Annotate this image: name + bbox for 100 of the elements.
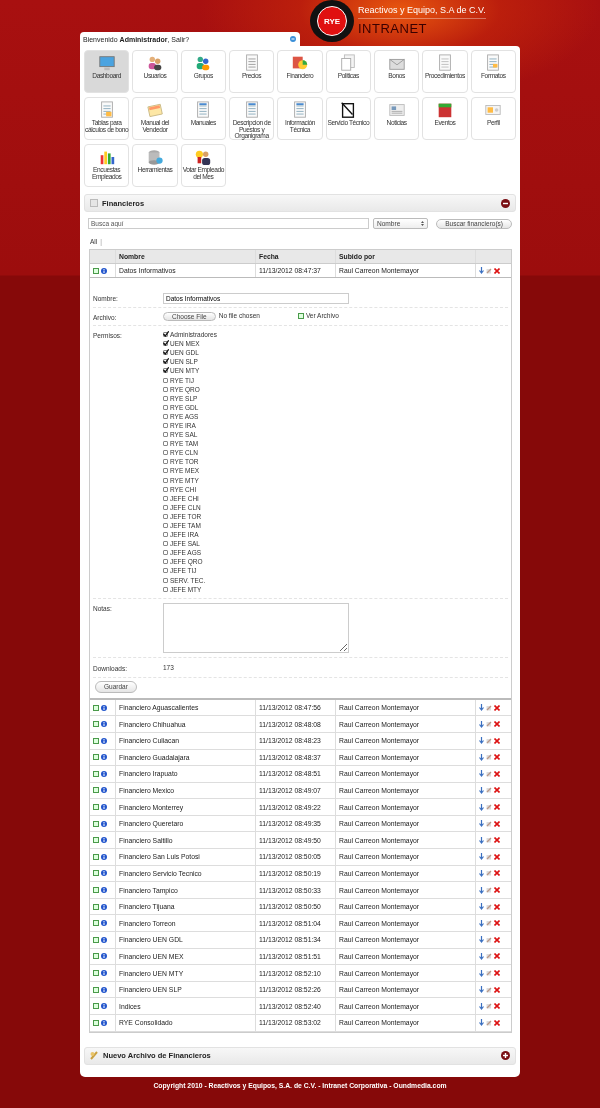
delete-icon[interactable] [494,853,500,860]
delete-icon[interactable] [494,970,500,976]
spreadsheet-icon[interactable] [93,986,99,993]
download-icon[interactable] [479,267,484,274]
expand-icon[interactable] [501,1051,510,1061]
delete-icon[interactable] [494,704,500,711]
download-icon[interactable] [479,820,484,828]
checkbox[interactable] [163,368,168,374]
spreadsheet-icon[interactable] [93,737,99,744]
info-icon[interactable] [101,770,107,777]
checkbox[interactable] [163,577,168,583]
checkbox[interactable] [163,459,168,465]
info-icon[interactable] [101,1019,107,1026]
delete-icon[interactable] [494,721,500,728]
checkbox[interactable] [163,477,168,483]
spreadsheet-icon[interactable] [93,953,99,960]
spreadsheet-icon[interactable] [93,1019,99,1026]
checkbox[interactable] [163,495,168,501]
chat-icon[interactable] [290,36,296,42]
delete-icon[interactable] [494,787,500,794]
info-icon[interactable] [101,853,107,860]
edit-icon[interactable] [486,953,492,960]
spreadsheet-icon[interactable] [93,267,99,274]
delete-icon[interactable] [494,870,500,877]
delete-icon[interactable] [494,737,500,744]
delete-icon[interactable] [494,920,500,927]
checkbox[interactable] [163,550,168,556]
info-icon[interactable] [101,837,107,844]
spreadsheet-icon[interactable] [93,903,99,910]
edit-icon[interactable] [486,887,492,894]
checkbox[interactable] [163,450,168,456]
info-icon[interactable] [101,870,107,877]
edit-icon[interactable] [486,986,492,993]
checkbox[interactable] [163,559,168,565]
edit-icon[interactable] [486,920,492,927]
download-icon[interactable] [479,869,484,877]
download-icon[interactable] [479,952,484,960]
download-icon[interactable] [479,986,484,994]
delete-icon[interactable] [494,820,500,827]
info-icon[interactable] [101,804,107,811]
info-icon[interactable] [101,820,107,827]
info-icon[interactable] [101,787,107,794]
edit-icon[interactable] [486,903,492,910]
edit-icon[interactable] [486,704,492,711]
edit-icon[interactable] [486,853,492,860]
spreadsheet-icon[interactable] [93,837,99,844]
download-icon[interactable] [479,903,484,911]
checkbox[interactable] [163,468,168,474]
checkbox[interactable] [163,359,168,365]
info-icon[interactable] [101,1003,107,1010]
delete-icon[interactable] [494,887,500,894]
download-icon[interactable] [479,753,484,761]
download-icon[interactable] [479,969,484,977]
edit-icon[interactable] [486,267,492,274]
checkbox[interactable] [163,504,168,510]
edit-icon[interactable] [486,936,492,943]
edit-icon[interactable] [486,754,492,761]
delete-icon[interactable] [494,1003,500,1010]
collapse-icon[interactable] [501,198,510,208]
info-icon[interactable] [101,936,107,943]
delete-icon[interactable] [494,986,500,993]
info-icon[interactable] [101,903,107,910]
delete-icon[interactable] [494,267,500,274]
download-icon[interactable] [479,737,484,745]
download-icon[interactable] [479,836,484,844]
spreadsheet-icon[interactable] [93,820,99,827]
delete-icon[interactable] [494,903,500,910]
checkbox[interactable] [163,377,168,383]
checkbox[interactable] [163,432,168,438]
edit-icon[interactable] [486,837,492,844]
edit-icon[interactable] [486,820,492,827]
spreadsheet-icon[interactable] [93,970,99,976]
checkbox[interactable] [163,332,168,338]
edit-icon[interactable] [486,804,492,811]
checkbox[interactable] [163,568,168,574]
edit-icon[interactable] [486,970,492,976]
download-icon[interactable] [479,919,484,927]
notes-field[interactable] [163,602,349,653]
checkbox[interactable] [163,386,168,392]
edit-icon[interactable] [486,870,492,877]
spreadsheet-icon[interactable] [93,853,99,860]
download-icon[interactable] [479,787,484,794]
download-icon[interactable] [479,720,484,728]
info-icon[interactable] [101,267,107,274]
spreadsheet-icon[interactable] [93,936,99,943]
checkbox[interactable] [163,541,168,547]
download-icon[interactable] [479,1019,484,1027]
download-icon[interactable] [479,1002,484,1010]
edit-icon[interactable] [486,737,492,744]
checkbox[interactable] [163,441,168,447]
edit-icon[interactable] [486,1003,492,1010]
spreadsheet-icon[interactable] [93,787,99,794]
delete-icon[interactable] [494,936,500,943]
checkbox[interactable] [163,486,168,492]
delete-icon[interactable] [494,1019,500,1026]
checkbox[interactable] [163,341,168,347]
delete-icon[interactable] [494,953,500,960]
checkbox[interactable] [163,586,168,592]
info-icon[interactable] [101,986,107,993]
spreadsheet-icon[interactable] [93,887,99,894]
